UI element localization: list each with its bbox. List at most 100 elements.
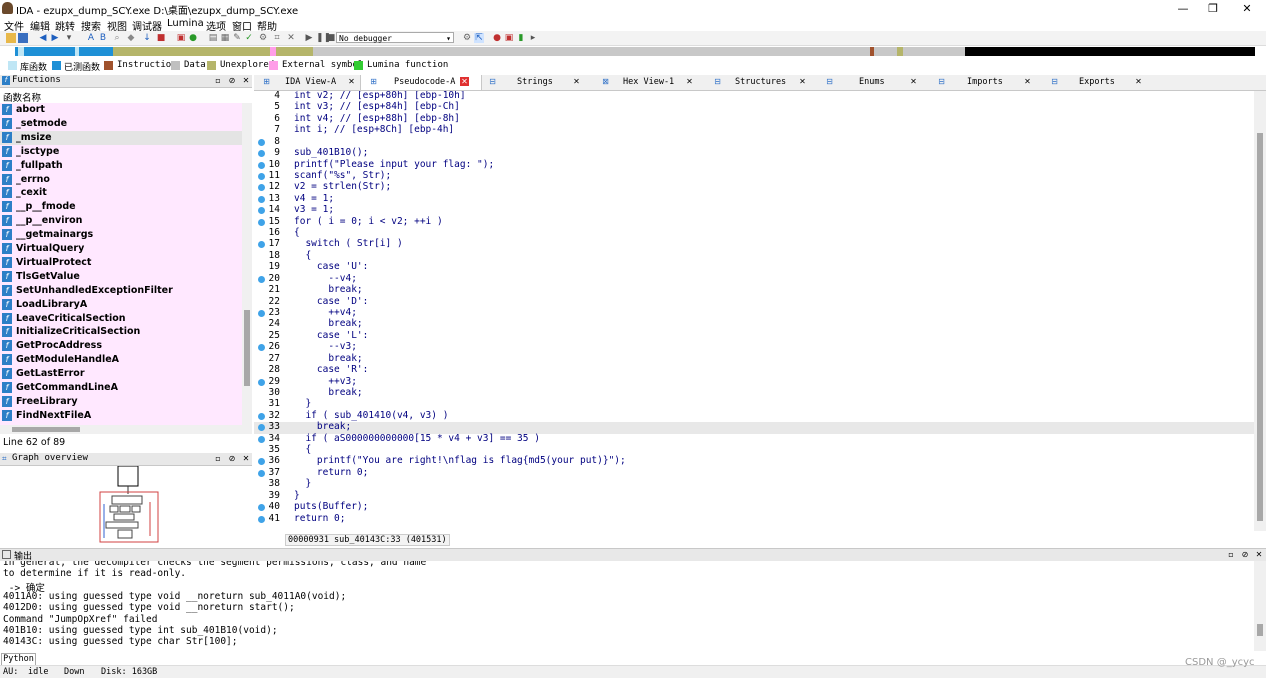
- panel-close-icon[interactable]: ✕: [242, 76, 250, 85]
- function-row[interactable]: f _setmode: [0, 117, 242, 131]
- function-row[interactable]: f _cexit: [0, 186, 242, 200]
- code-line[interactable]: 39}: [254, 490, 1254, 502]
- debug-options-icon[interactable]: ⚙: [462, 33, 472, 43]
- code-line[interactable]: 22 case 'D':: [254, 296, 1254, 308]
- code-line[interactable]: 40 puts(Buffer);: [254, 501, 1254, 513]
- code-line[interactable]: 17 switch ( Str[i] ): [254, 238, 1254, 250]
- code-line[interactable]: 28 case 'R':: [254, 364, 1254, 376]
- refresh-icon[interactable]: ●: [188, 33, 198, 43]
- stop-debug-icon[interactable]: ■: [326, 33, 336, 43]
- tab-hex-view-1[interactable]: Hex View-1: [623, 77, 674, 87]
- forward-icon[interactable]: ▶: [50, 33, 60, 43]
- panel-float-icon[interactable]: ▫: [214, 76, 222, 85]
- function-row[interactable]: f abort: [0, 103, 242, 117]
- code-line[interactable]: 20 --v4;: [254, 273, 1254, 285]
- panel-close-icon[interactable]: ✕: [1255, 550, 1263, 559]
- function-row[interactable]: f VirtualQuery: [0, 242, 242, 256]
- tab-strings[interactable]: Strings: [517, 77, 553, 87]
- debugger-select[interactable]: No debugger ▾: [336, 32, 454, 43]
- active-tab[interactable]: ⊞ Pseudocode-A ✕: [360, 75, 482, 90]
- tab-close-icon[interactable]: ✕: [460, 77, 469, 86]
- code-line[interactable]: 10 printf("Please input your flag: ");: [254, 159, 1254, 171]
- functions-hscroll-thumb[interactable]: [12, 427, 80, 432]
- tab-imports[interactable]: Imports: [967, 77, 1003, 87]
- panel-float-icon[interactable]: ▫: [214, 454, 222, 463]
- function-row[interactable]: f _errno: [0, 173, 242, 187]
- code-line[interactable]: 15 for ( i = 0; i < v2; ++i ): [254, 216, 1254, 228]
- tab-close-icon[interactable]: ✕: [347, 77, 356, 86]
- code-line[interactable]: 16 {: [254, 227, 1254, 239]
- code-line[interactable]: 13 v4 = 1;: [254, 193, 1254, 205]
- code-line[interactable]: 34 if ( aS000000000000[15 * v4 + v3] == …: [254, 433, 1254, 445]
- function-row[interactable]: f GetLastError: [0, 367, 242, 381]
- code-line[interactable]: 36 printf("You are right!\nflag is flag{…: [254, 455, 1254, 467]
- tab-close-icon[interactable]: ✕: [1134, 77, 1143, 86]
- play-icon[interactable]: ▶: [304, 33, 314, 43]
- tab-pseudocode-a[interactable]: Pseudocode-A: [394, 77, 455, 87]
- code-line[interactable]: 7 int i; // [esp+8Ch] [ebp-4h]: [254, 124, 1254, 136]
- tab-close-icon[interactable]: ✕: [572, 77, 581, 86]
- code-line[interactable]: 37 return 0;: [254, 467, 1254, 479]
- function-row[interactable]: f _fullpath: [0, 159, 242, 173]
- code-line[interactable]: 23 ++v4;: [254, 307, 1254, 319]
- bookmark-icon[interactable]: ■: [156, 33, 166, 43]
- code-line[interactable]: 11 scanf("%s", Str);: [254, 170, 1254, 182]
- panel-pin-icon[interactable]: ⊘: [228, 76, 236, 85]
- tab-enums[interactable]: Enums: [859, 77, 885, 87]
- function-row[interactable]: f GetModuleHandleA: [0, 353, 242, 367]
- function-row[interactable]: f __getmainargs: [0, 228, 242, 242]
- function-row[interactable]: f SetUnhandledExceptionFilter: [0, 284, 242, 298]
- binary-search-icon[interactable]: B: [98, 33, 108, 43]
- selected-tool-icon[interactable]: ⇱: [474, 33, 484, 43]
- code-line[interactable]: 32 if ( sub_401410(v4, v3) ): [254, 410, 1254, 422]
- code-line[interactable]: 12 v2 = strlen(Str);: [254, 181, 1254, 193]
- panel-pin-icon[interactable]: ⊘: [1241, 550, 1249, 559]
- function-row[interactable]: f __p__fmode: [0, 200, 242, 214]
- tab-ida-view-a[interactable]: IDA View-A: [285, 77, 336, 87]
- panel-close-icon[interactable]: ✕: [242, 454, 250, 463]
- save-icon[interactable]: [18, 33, 28, 43]
- function-row[interactable]: f _isctype: [0, 145, 242, 159]
- code-line[interactable]: 27 break;: [254, 353, 1254, 365]
- open-icon[interactable]: [6, 33, 16, 43]
- code-line[interactable]: 19 case 'U':: [254, 261, 1254, 273]
- function-row[interactable]: f GetCommandLineA: [0, 381, 242, 395]
- function-row[interactable]: f GetProcAddress: [0, 339, 242, 353]
- script-icon[interactable]: ✎: [232, 33, 242, 43]
- function-row[interactable]: f TlsGetValue: [0, 270, 242, 284]
- stop-icon[interactable]: ◆: [126, 33, 136, 43]
- tab-close-icon[interactable]: ✕: [909, 77, 918, 86]
- structure-icon[interactable]: ▤: [208, 33, 218, 43]
- enum-icon[interactable]: ▦: [220, 33, 230, 43]
- function-row[interactable]: f _msize: [0, 130, 242, 145]
- tab-close-icon[interactable]: ✕: [1023, 77, 1032, 86]
- function-row[interactable]: f FreeLibrary: [0, 395, 242, 409]
- output-log[interactable]: In general, the decompiler checks the se…: [0, 561, 1254, 651]
- maximize-button[interactable]: ❐: [1199, 1, 1227, 16]
- function-row[interactable]: f FindNextFileA: [0, 409, 242, 423]
- code-line[interactable]: 26 --v3;: [254, 341, 1254, 353]
- cancel-icon[interactable]: ✕: [286, 33, 296, 43]
- breakpoint-icon[interactable]: ●: [492, 33, 502, 43]
- panel-float-icon[interactable]: ▫: [1227, 550, 1235, 559]
- graph-overview[interactable]: [0, 465, 252, 546]
- code-line[interactable]: 41 return 0;: [254, 513, 1254, 525]
- functions-column-header[interactable]: 函数名称: [0, 88, 252, 104]
- function-row[interactable]: f __p__environ: [0, 214, 242, 228]
- tab-close-icon[interactable]: ✕: [798, 77, 807, 86]
- function-row[interactable]: f LoadLibraryA: [0, 298, 242, 312]
- run-script-icon[interactable]: ✓: [244, 33, 254, 43]
- panel-pin-icon[interactable]: ⊘: [228, 454, 236, 463]
- tab-close-icon[interactable]: ✕: [685, 77, 694, 86]
- pseudocode-view[interactable]: 4 int v2; // [esp+80h] [ebp-10h] 5 int v3; …: [254, 91, 1254, 531]
- tab-exports[interactable]: Exports: [1079, 77, 1115, 87]
- tool-icon[interactable]: ⚙: [258, 33, 268, 43]
- minimize-button[interactable]: —: [1169, 1, 1197, 16]
- trace-icon[interactable]: ▮: [516, 33, 526, 43]
- pseudocode-scroll-thumb[interactable]: [1257, 133, 1263, 521]
- tab-structures[interactable]: Structures: [735, 77, 786, 87]
- code-line[interactable]: 38 }: [254, 478, 1254, 490]
- close-button[interactable]: ✕: [1233, 1, 1261, 16]
- dropdown-icon[interactable]: ▾: [64, 33, 74, 43]
- more-icon[interactable]: ▸: [528, 33, 538, 43]
